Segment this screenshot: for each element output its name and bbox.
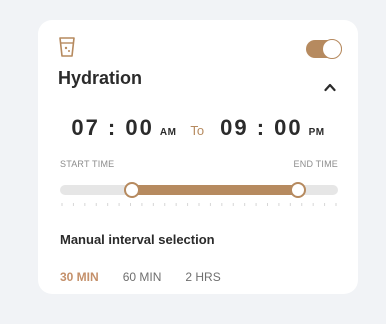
hydration-card: Hydration 07 : 00 AM To 09 : 00 PM START… — [38, 20, 358, 294]
start-time[interactable]: 07 : 00 — [71, 115, 154, 141]
interval-option-60-min[interactable]: 60 MIN — [123, 270, 162, 284]
to-separator: To — [190, 123, 205, 138]
end-time-handle[interactable] — [290, 182, 306, 198]
chevron-up-icon[interactable] — [324, 82, 336, 92]
time-range: 07 : 00 AM To 09 : 00 PM — [38, 115, 358, 141]
start-time-label: START TIME — [60, 159, 115, 169]
end-period: PM — [308, 127, 325, 138]
interval-heading: Manual interval selection — [60, 232, 215, 247]
end-time-label: END TIME — [293, 159, 338, 169]
slider-selected-range — [132, 185, 298, 195]
start-period: AM — [159, 127, 177, 138]
interval-option-2-hrs[interactable]: 2 HRS — [185, 270, 220, 284]
card-title: Hydration — [58, 68, 143, 88]
interval-option-30-min[interactable]: 30 MIN — [60, 270, 99, 284]
time-range-slider[interactable] — [60, 181, 338, 221]
toggle-knob — [322, 39, 342, 59]
hydration-toggle[interactable] — [306, 39, 342, 59]
water-glass-icon — [59, 37, 75, 57]
interval-options: 30 MIN 60 MIN 2 HRS — [60, 270, 221, 284]
slider-ticks — [61, 203, 337, 206]
end-time[interactable]: 09 : 00 — [220, 115, 303, 141]
start-time-handle[interactable] — [124, 182, 140, 198]
